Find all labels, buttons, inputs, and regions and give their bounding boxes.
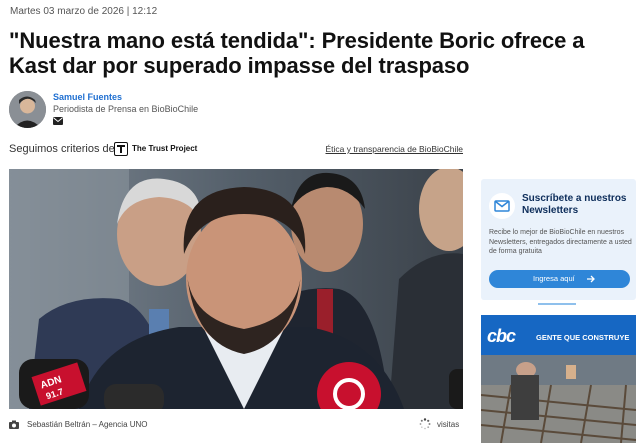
trust-intro-text: Seguimos criterios de [9,143,115,155]
author-name-link[interactable]: Samuel Fuentes [53,92,122,102]
ad-header: cbc GENTE QUE CONSTRUYE [481,315,636,355]
ad-construction-image [481,355,636,443]
trust-project-bar: Seguimos criterios de The Trust Project … [9,142,463,158]
arrow-right-icon [587,275,595,283]
newsletter-mail-icon [489,193,515,219]
trust-project-name[interactable]: The Trust Project [132,144,197,153]
trust-project-logo-icon[interactable] [114,142,128,156]
newsletter-box: Suscríbete a nuestros Newsletters Recibe… [481,179,636,300]
ad-logo: cbc [487,326,516,346]
mail-icon[interactable] [53,117,63,125]
article-headline: "Nuestra mano está tendida": Presidente … [9,28,585,78]
article-photo[interactable]: ADN 91.7 [9,169,463,409]
author-role: Periodista de Prensa en BioBioChile [53,104,199,114]
newsletter-divider [538,303,576,305]
photo-caption: Sebastián Beltrán – Agencia UNO visitas [9,418,463,432]
views-label: visitas [437,420,460,429]
newsletter-description: Recibe lo mejor de BioBioChile en nuestr… [489,229,632,255]
loading-spinner-icon [419,418,431,430]
newsletter-signup-button[interactable]: Ingresa aquí [489,270,630,288]
ethics-transparency-link[interactable]: Ética y transparencia de BioBioChile [326,144,464,154]
newsletter-title: Suscríbete a nuestros Newsletters [522,193,627,216]
author-avatar[interactable] [9,91,46,128]
ad-slogan: GENTE QUE CONSTRUYE [536,333,630,342]
advertisement-banner[interactable]: cbc GENTE QUE CONSTRUYE [481,315,636,443]
newsletter-button-label: Ingresa aquí [533,274,575,283]
photo-credit: Sebastián Beltrán – Agencia UNO [27,420,148,429]
article-date: Martes 03 marzo de 2026 | 12:12 [10,6,158,17]
camera-icon [9,420,19,429]
